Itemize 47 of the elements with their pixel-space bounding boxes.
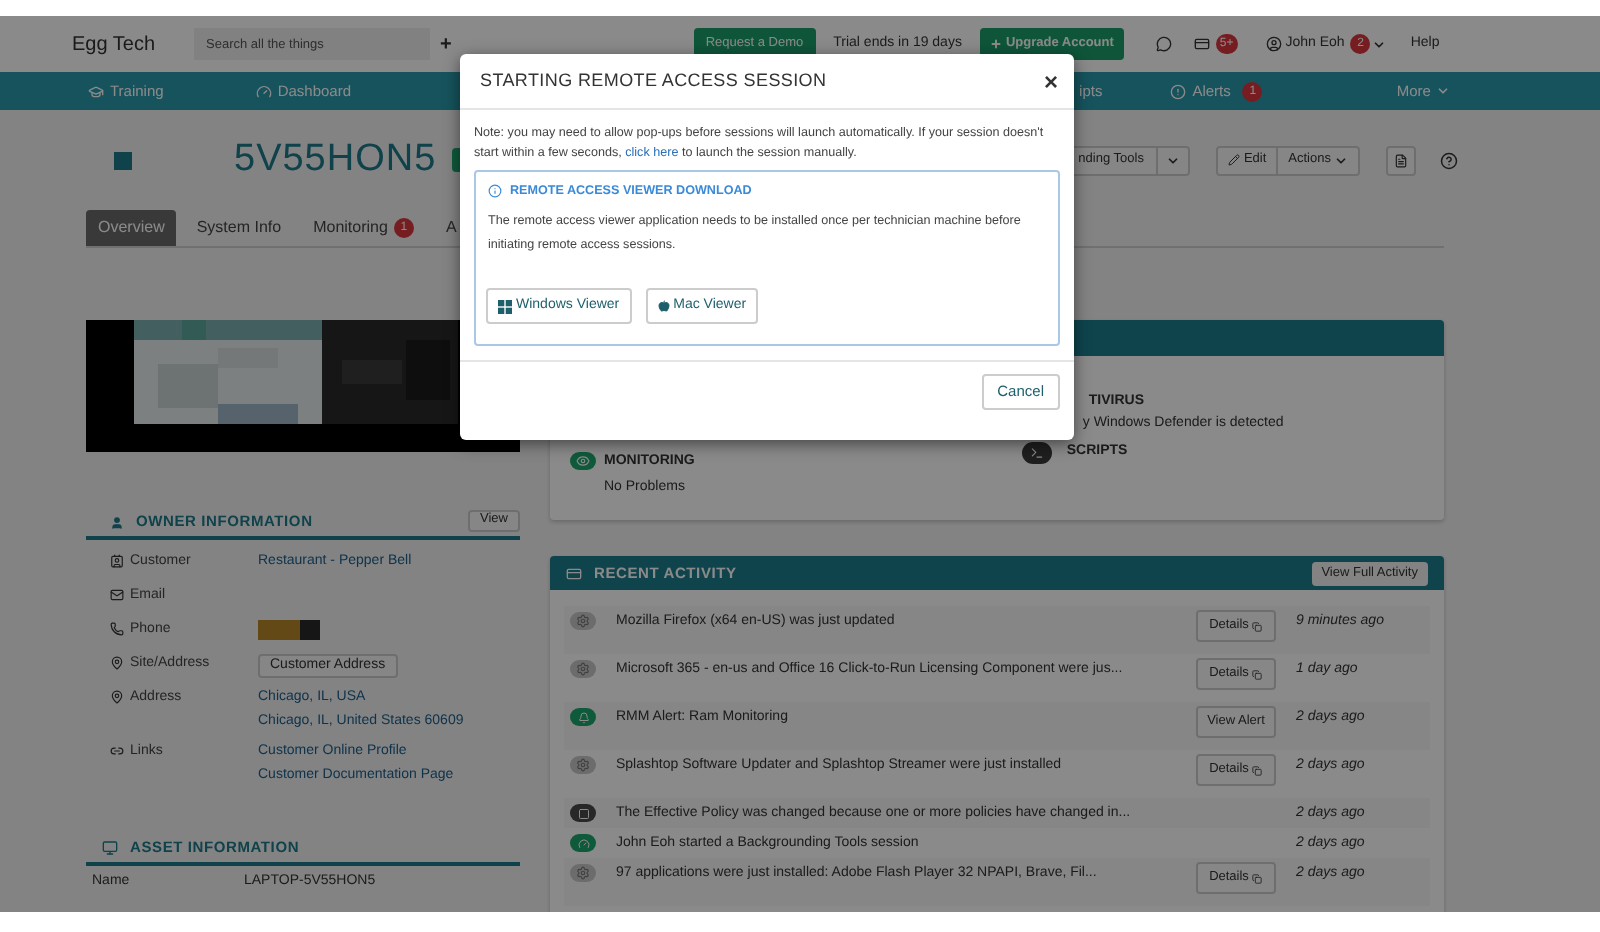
windows-icon (498, 299, 512, 313)
mail-icon (110, 588, 124, 602)
gear-icon (576, 758, 590, 772)
caret-icon (1334, 153, 1349, 167)
document-button[interactable] (1386, 145, 1417, 175)
map-pin-icon (110, 690, 124, 704)
copy-icon (1252, 765, 1263, 775)
user-icon (1265, 36, 1282, 52)
apple-icon (657, 300, 670, 312)
caret-icon (1372, 37, 1387, 51)
gear-icon (576, 866, 590, 880)
help-icon[interactable] (1440, 151, 1459, 169)
close-button[interactable]: × (1043, 69, 1058, 93)
gauge-icon (255, 83, 272, 99)
alert-icon (1170, 83, 1187, 99)
bell-icon (577, 711, 589, 723)
gear-icon (576, 614, 590, 628)
device-name: 5V55HON5 (234, 135, 437, 184)
brand-name[interactable]: Egg Tech (72, 29, 194, 59)
graduation-cap-icon (88, 83, 104, 99)
info-icon (488, 184, 502, 199)
copy-icon (1252, 873, 1263, 883)
plus-icon (989, 38, 1002, 50)
redacted-value (258, 620, 320, 640)
copy-icon (1252, 621, 1263, 631)
user-icon (110, 515, 124, 529)
gauge-icon (577, 837, 589, 849)
pencil-icon (1227, 154, 1240, 166)
id-card-icon (110, 554, 124, 568)
monitor-icon (102, 840, 118, 856)
device-icon (114, 151, 132, 169)
phone-icon (110, 622, 124, 636)
eye-icon (576, 454, 590, 468)
map-pin-icon (110, 656, 124, 670)
gear-icon (576, 662, 590, 676)
activity-icon (566, 565, 582, 581)
link-icon (110, 744, 124, 758)
tab[interactable]: Overview (86, 210, 177, 246)
tab[interactable]: A (433, 210, 469, 246)
dialog-title: STARTING REMOTE ACCESS SESSION (480, 67, 827, 94)
add-button[interactable]: + (440, 29, 452, 59)
caret-icon (1436, 84, 1451, 98)
copy-icon (1252, 669, 1263, 679)
chat-icon[interactable] (1155, 36, 1172, 52)
terminal-icon (1030, 446, 1045, 460)
tab[interactable]: System Info (184, 210, 294, 246)
caret-icon (1165, 153, 1180, 167)
